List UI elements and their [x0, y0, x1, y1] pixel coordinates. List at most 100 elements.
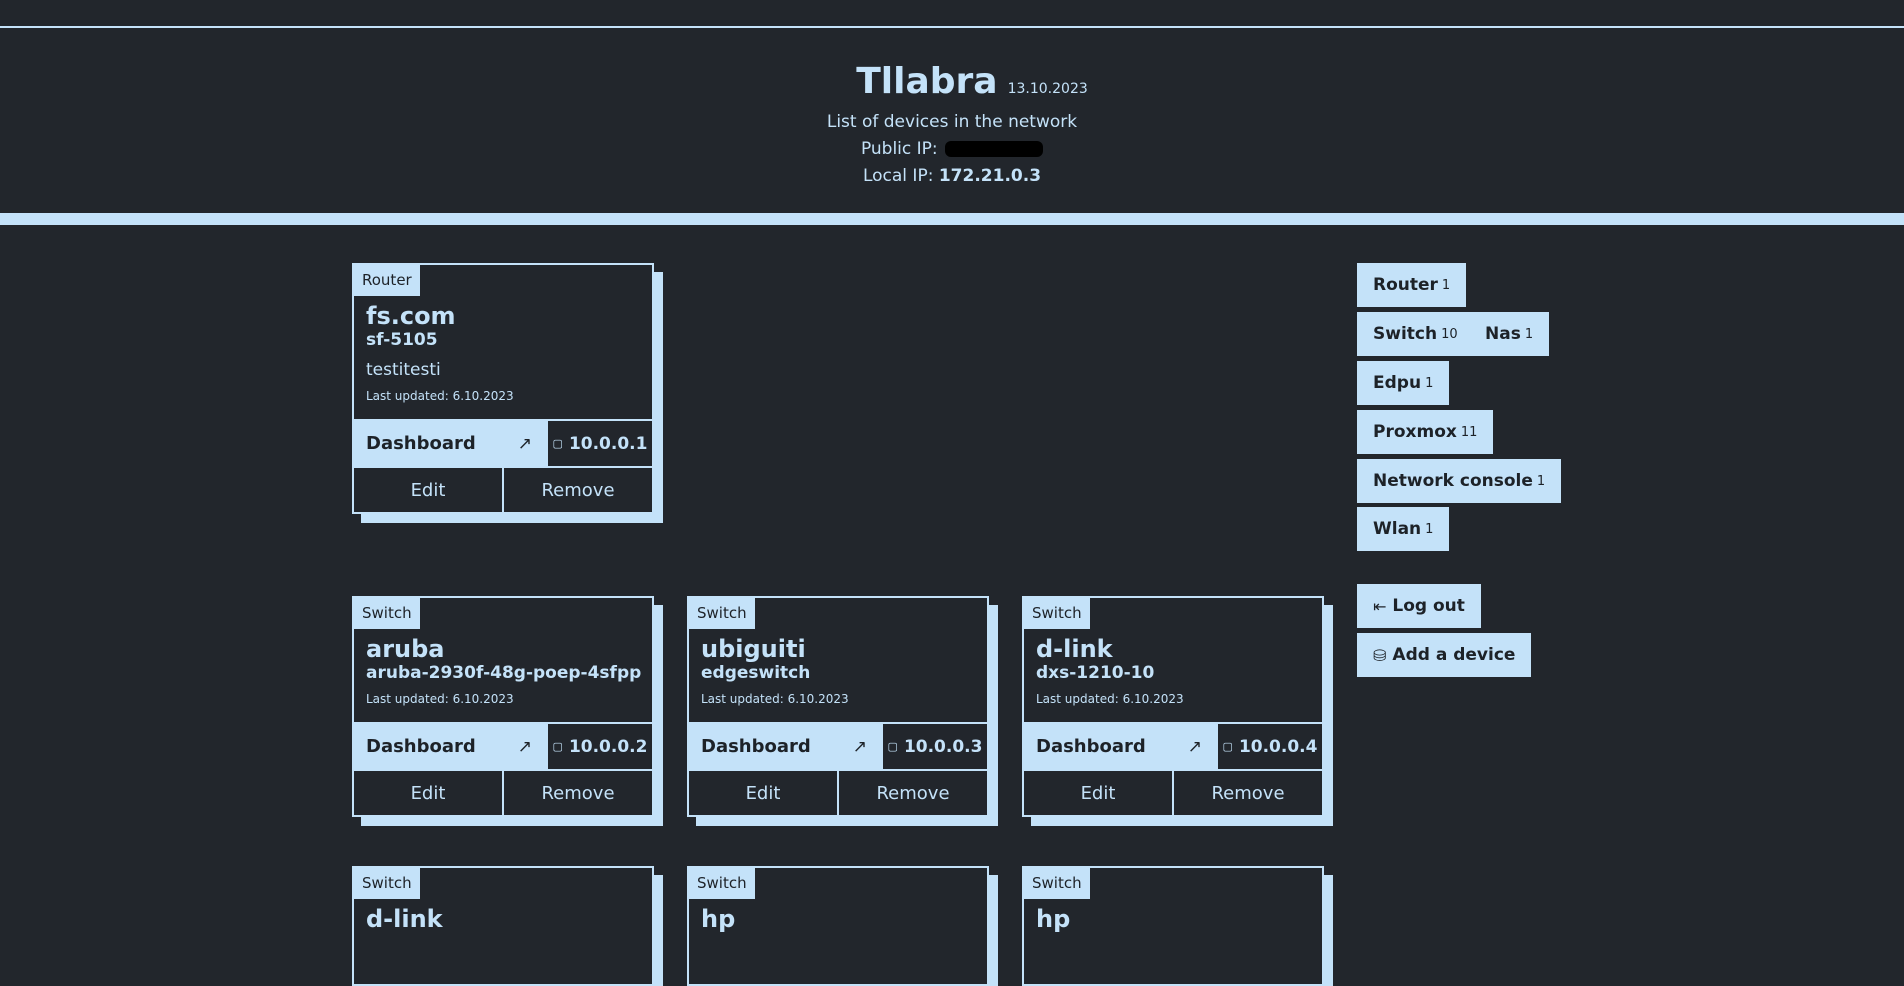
local-ip-line: Local IP: 172.21.0.3: [0, 166, 1904, 186]
filter-count: 10: [1441, 326, 1458, 342]
device-ip: 10.0.0.1: [568, 433, 648, 454]
device-last-updated: Last updated: 6.10.2023: [1036, 692, 1184, 706]
filter-router[interactable]: Router 1: [1357, 263, 1467, 307]
filter-count: 1: [1425, 375, 1434, 391]
device-card: Router fs.com sf-5105 testitesti Last up…: [352, 263, 654, 514]
edit-button[interactable]: Edit: [1024, 771, 1172, 815]
filter-label: Router: [1373, 275, 1438, 295]
dashboard-label: Dashboard: [366, 736, 476, 757]
filter-label: Edpu: [1373, 373, 1422, 393]
copy-ip-button[interactable]: ▢ 10.0.0.2: [546, 724, 652, 769]
header-divider-bar: [0, 213, 1904, 225]
filter-switch[interactable]: Switch 10: [1357, 312, 1474, 356]
device-type-tag: Switch: [689, 598, 755, 629]
dashboard-button[interactable]: Dashboard ↗: [354, 421, 546, 466]
arrow-up-right-icon: ↗: [852, 736, 867, 757]
filter-count: 1: [1536, 473, 1546, 489]
public-ip-line: Public IP:: [0, 139, 1904, 159]
filter-nas[interactable]: Nas 1: [1469, 312, 1550, 356]
copy-ip-button[interactable]: ▢ 10.0.0.4: [1216, 724, 1322, 769]
filter-count: 1: [1441, 277, 1451, 293]
device-brand: hp: [1036, 905, 1071, 933]
filter-network-console[interactable]: Network console 1: [1357, 459, 1562, 503]
device-card: Switch aruba aruba-2930f-48g-poep-4sfpp …: [352, 596, 654, 817]
filter-label: Network console: [1373, 471, 1533, 491]
filter-label: Switch: [1373, 324, 1438, 344]
device-card: Switch hp: [1022, 866, 1324, 986]
dashboard-label: Dashboard: [366, 433, 476, 454]
page-date: 13.10.2023: [1007, 81, 1088, 97]
public-ip-redacted: [945, 141, 1044, 157]
page-subtitle: List of devices in the network: [826, 112, 1078, 132]
filter-label: Proxmox: [1373, 422, 1457, 442]
device-ip: 10.0.0.2: [568, 736, 648, 757]
device-ip: 10.0.0.4: [1238, 736, 1318, 757]
logout-button[interactable]: ⇤ Log out: [1357, 584, 1481, 628]
dashboard-label: Dashboard: [701, 736, 811, 757]
device-brand: fs.com: [366, 302, 456, 330]
device-last-updated: Last updated: 6.10.2023: [701, 692, 849, 706]
page-title: Tllabra: [856, 61, 998, 102]
page-header: Tllabra 13.10.2023 List of devices in th…: [0, 28, 1904, 213]
clipboard-icon: ▢: [552, 740, 563, 753]
clipboard-icon: ▢: [887, 740, 898, 753]
add-device-label: Add a device: [1392, 645, 1516, 665]
title-row: Tllabra 13.10.2023: [0, 61, 1904, 102]
dashboard-label: Dashboard: [1036, 736, 1146, 757]
device-last-updated: Last updated: 6.10.2023: [366, 389, 514, 403]
device-brand: d-link: [1036, 635, 1113, 663]
device-description: testitesti: [366, 360, 441, 380]
database-add-icon: ⛁: [1373, 645, 1387, 665]
device-card: Switch d-link dxs-1210-10 Last updated: …: [1022, 596, 1324, 817]
copy-ip-button[interactable]: ▢ 10.0.0.3: [881, 724, 987, 769]
filter-count: 11: [1460, 424, 1478, 440]
arrow-up-right-icon: ↗: [1187, 736, 1202, 757]
device-model: edgeswitch: [701, 663, 811, 683]
device-brand: ubiguiti: [701, 635, 806, 663]
dashboard-button[interactable]: Dashboard ↗: [354, 724, 546, 769]
device-brand: aruba: [366, 635, 445, 663]
local-ip-value: 172.21.0.3: [938, 166, 1042, 186]
device-type-tag: Switch: [354, 598, 420, 629]
arrow-up-right-icon: ↗: [517, 736, 532, 757]
remove-button[interactable]: Remove: [837, 771, 987, 815]
device-type-tag: Switch: [1024, 868, 1090, 899]
filter-label: Wlan: [1373, 519, 1422, 539]
logout-label: Log out: [1392, 596, 1465, 616]
remove-button[interactable]: Remove: [502, 771, 652, 815]
device-brand: d-link: [366, 905, 443, 933]
remove-button[interactable]: Remove: [502, 468, 652, 512]
edit-button[interactable]: Edit: [689, 771, 837, 815]
edit-button[interactable]: Edit: [354, 468, 502, 512]
logout-icon: ⇤: [1373, 596, 1387, 616]
arrow-up-right-icon: ↗: [517, 433, 532, 454]
filter-wlan[interactable]: Wlan 1: [1357, 507, 1450, 551]
copy-ip-button[interactable]: ▢ 10.0.0.1: [546, 421, 652, 466]
clipboard-icon: ▢: [1222, 740, 1233, 753]
device-ip: 10.0.0.3: [903, 736, 983, 757]
local-ip-label: Local IP:: [862, 166, 934, 186]
device-last-updated: Last updated: 6.10.2023: [366, 692, 514, 706]
edit-button[interactable]: Edit: [354, 771, 502, 815]
device-card: Switch hp: [687, 866, 989, 986]
public-ip-label: Public IP:: [860, 139, 938, 159]
filter-count: 1: [1425, 521, 1434, 537]
add-device-button[interactable]: ⛁ Add a device: [1357, 633, 1532, 677]
filter-label: Nas: [1485, 324, 1521, 344]
device-model: sf-5105: [366, 330, 438, 350]
filter-count: 1: [1524, 326, 1534, 342]
dashboard-button[interactable]: Dashboard ↗: [1024, 724, 1216, 769]
device-model: dxs-1210-10: [1036, 663, 1155, 683]
device-card: Switch d-link: [352, 866, 654, 986]
device-brand: hp: [701, 905, 736, 933]
device-model: aruba-2930f-48g-poep-4sfpp: [366, 663, 642, 683]
dashboard-button[interactable]: Dashboard ↗: [689, 724, 881, 769]
device-card: Switch ubiguiti edgeswitch Last updated:…: [687, 596, 989, 817]
filter-proxmox[interactable]: Proxmox 11: [1357, 410, 1494, 454]
remove-button[interactable]: Remove: [1172, 771, 1322, 815]
filter-edpu[interactable]: Edpu 1: [1357, 361, 1450, 405]
device-type-tag: Switch: [354, 868, 420, 899]
device-type-tag: Switch: [689, 868, 755, 899]
device-type-tag: Switch: [1024, 598, 1090, 629]
device-type-tag: Router: [354, 265, 420, 296]
